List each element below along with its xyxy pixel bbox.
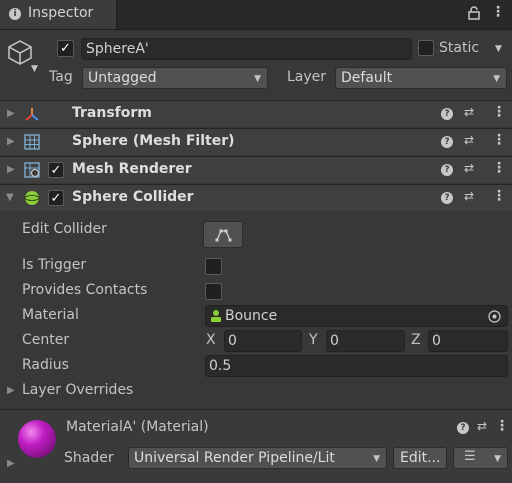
static-dropdown-arrow[interactable]: ▼ [495, 44, 502, 54]
component-title: Transform [72, 105, 152, 121]
shader-edit-button[interactable]: Edit... [393, 447, 447, 469]
provides-contacts-checkbox[interactable] [205, 283, 222, 300]
shader-edit-label: Edit... [400, 450, 441, 466]
gameobject-icon[interactable] [7, 39, 33, 69]
center-x-field[interactable]: 0 [224, 330, 302, 352]
presets-icon[interactable]: ⇄ [464, 105, 474, 119]
component-mesh-filter[interactable]: ▶ Sphere (Mesh Filter) ? ⇄ ⋮ [0, 128, 512, 155]
sphere-collider-enabled-checkbox[interactable]: ✓ [48, 190, 64, 206]
chevron-down-icon: ▼ [494, 454, 501, 464]
center-z-field[interactable]: 0 [428, 330, 508, 352]
edit-collider-button[interactable] [203, 221, 243, 248]
component-title: Mesh Renderer [72, 161, 192, 177]
foldout-arrow-icon[interactable]: ▶ [7, 458, 15, 469]
component-title: Sphere Collider [72, 189, 194, 205]
help-icon[interactable]: ? [441, 136, 453, 148]
material-label: Material [22, 307, 79, 323]
component-transform[interactable]: ▶ Transform ? ⇄ ⋮ [0, 100, 512, 127]
layer-label: Layer [287, 69, 327, 85]
mesh-filter-icon [24, 134, 40, 154]
component-sphere-collider[interactable]: ▼ ✓ Sphere Collider ? ⇄ ⋮ [0, 184, 512, 211]
is-trigger-checkbox[interactable] [205, 258, 222, 275]
help-icon[interactable]: ? [441, 108, 453, 120]
center-y-field[interactable]: 0 [326, 330, 405, 352]
physic-material-icon [211, 310, 221, 322]
help-icon[interactable]: ? [441, 164, 453, 176]
inspector-tab-bar: i Inspector ⋮ [0, 0, 512, 30]
component-menu-icon[interactable]: ⋮ [492, 104, 506, 120]
list-icon: ☰ [464, 449, 476, 464]
mesh-renderer-icon [24, 162, 40, 182]
layer-dropdown[interactable]: Default ▼ [335, 67, 507, 89]
material-menu-icon[interactable]: ⋮ [495, 418, 509, 434]
provides-contacts-label: Provides Contacts [22, 282, 148, 298]
edit-collider-label: Edit Collider [22, 221, 107, 237]
component-title: Sphere (Mesh Filter) [72, 133, 235, 149]
presets-icon[interactable]: ⇄ [477, 419, 487, 433]
material-value: Bounce [225, 308, 278, 324]
component-mesh-renderer[interactable]: ▶ ✓ Mesh Renderer ? ⇄ ⋮ [0, 156, 512, 183]
material-section: ▶ MaterialA' (Material) ? ⇄ ⋮ Shader Uni… [0, 409, 512, 483]
chevron-down-icon: ▼ [254, 74, 261, 84]
help-icon[interactable]: ? [441, 192, 453, 204]
object-name-field[interactable]: SphereA' [81, 38, 412, 60]
center-label: Center [22, 332, 70, 348]
info-icon: i [9, 8, 21, 20]
radius-field[interactable]: 0.5 [205, 355, 508, 377]
mesh-renderer-enabled-checkbox[interactable]: ✓ [48, 162, 64, 178]
edit-collider-icon [215, 229, 232, 242]
object-picker-icon[interactable] [488, 310, 501, 323]
tag-value: Untagged [88, 70, 157, 86]
layer-value: Default [341, 70, 393, 86]
material-object-field[interactable]: Bounce [205, 305, 508, 327]
component-menu-icon[interactable]: ⋮ [492, 132, 506, 148]
shader-options-dropdown[interactable]: ☰ ▼ [453, 447, 508, 469]
tag-label: Tag [49, 69, 73, 85]
radius-label: Radius [22, 357, 69, 373]
center-x-label: X [206, 332, 216, 348]
icon-dropdown-arrow[interactable]: ▼ [31, 64, 38, 74]
layer-overrides-foldout[interactable]: Layer Overrides [22, 382, 133, 398]
tag-dropdown[interactable]: Untagged ▼ [82, 67, 268, 89]
center-y-label: Y [309, 332, 318, 348]
material-title: MaterialA' (Material) [66, 419, 209, 435]
foldout-expanded-icon[interactable]: ▼ [6, 192, 14, 203]
foldout-arrow-icon[interactable]: ▶ [7, 136, 15, 147]
tab-inspector[interactable]: i Inspector [0, 0, 117, 29]
help-icon[interactable]: ? [457, 422, 469, 434]
presets-icon[interactable]: ⇄ [464, 161, 474, 175]
foldout-arrow-icon[interactable]: ▶ [7, 164, 15, 175]
chevron-down-icon: ▼ [493, 74, 500, 84]
lock-icon[interactable] [468, 6, 480, 24]
presets-icon[interactable]: ⇄ [464, 133, 474, 147]
foldout-arrow-icon[interactable]: ▶ [7, 385, 15, 396]
shader-dropdown[interactable]: Universal Render Pipeline/Lit ▼ [128, 447, 387, 469]
shader-label: Shader [64, 450, 114, 466]
material-preview-sphere[interactable] [18, 420, 56, 458]
static-label: Static [439, 40, 480, 56]
tab-inspector-label: Inspector [28, 5, 94, 21]
active-checkbox[interactable]: ✓ [57, 40, 74, 57]
transform-icon [24, 106, 40, 126]
component-menu-icon[interactable]: ⋮ [492, 188, 506, 204]
center-z-label: Z [411, 332, 421, 348]
static-checkbox[interactable] [418, 40, 434, 56]
component-menu-icon[interactable]: ⋮ [492, 160, 506, 176]
tab-menu-icon[interactable]: ⋮ [491, 4, 505, 20]
presets-icon[interactable]: ⇄ [464, 189, 474, 203]
foldout-arrow-icon[interactable]: ▶ [7, 108, 15, 119]
is-trigger-label: Is Trigger [22, 257, 87, 273]
sphere-collider-icon [24, 190, 40, 210]
shader-value: Universal Render Pipeline/Lit [134, 450, 335, 466]
chevron-down-icon: ▼ [373, 454, 380, 464]
